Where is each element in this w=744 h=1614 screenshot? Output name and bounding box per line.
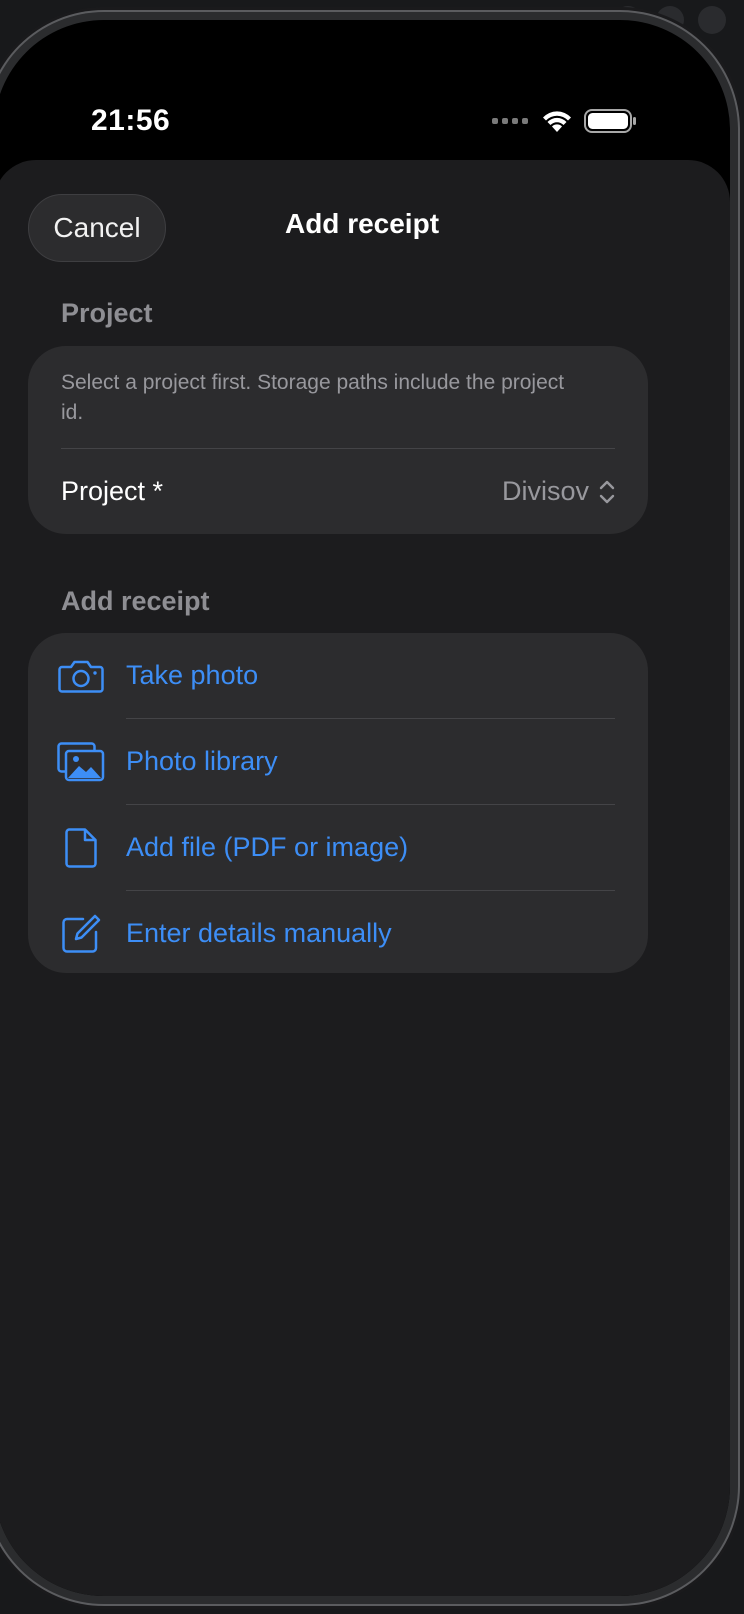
photo-library-label: Photo library xyxy=(126,746,278,776)
enter-manually-label: Enter details manually xyxy=(126,918,392,948)
project-selected-value: Divisov xyxy=(501,476,589,506)
enter-manually-row[interactable]: Enter details manually xyxy=(28,891,648,976)
project-note: Select a project first. Storage paths in… xyxy=(61,371,565,424)
add-receipt-card: Take photo Photo library Add file (PDF o… xyxy=(28,633,648,973)
dynamic-island xyxy=(244,84,450,146)
project-field-value[interactable]: Divisov xyxy=(502,476,615,507)
take-photo-label: Take photo xyxy=(126,660,259,690)
chevron-up-down-icon xyxy=(599,480,615,503)
cellular-signal-icon xyxy=(492,118,528,124)
photo-library-icon xyxy=(56,737,106,787)
wifi-icon xyxy=(543,111,571,132)
project-section-header: Project xyxy=(61,298,153,328)
photo-library-row[interactable]: Photo library xyxy=(28,719,648,804)
add-receipt-sheet: Cancel Add receipt Project Select a proj… xyxy=(0,160,730,1596)
add-file-row[interactable]: Add file (PDF or image) xyxy=(28,805,648,890)
sheet-title: Add receipt xyxy=(284,208,440,239)
phone-frame: 21:56 Cancel Add receipt Project Select … xyxy=(0,12,738,1604)
phone-screen: 21:56 Cancel Add receipt Project Select … xyxy=(0,20,730,1596)
project-picker[interactable]: Project * Divisov xyxy=(61,449,615,534)
document-icon xyxy=(56,823,106,873)
project-card: Select a project first. Storage paths in… xyxy=(28,346,648,534)
add-section-header: Add receipt xyxy=(61,586,210,616)
status-bar: 21:56 xyxy=(0,20,730,170)
take-photo-row[interactable]: Take photo xyxy=(28,633,648,718)
camera-icon xyxy=(56,651,106,701)
status-time: 21:56 xyxy=(91,104,171,137)
edit-icon xyxy=(56,909,106,959)
status-icons xyxy=(492,108,638,134)
add-file-label: Add file (PDF or image) xyxy=(126,832,409,862)
battery-icon xyxy=(584,109,636,133)
project-field-label: Project * xyxy=(61,476,164,506)
